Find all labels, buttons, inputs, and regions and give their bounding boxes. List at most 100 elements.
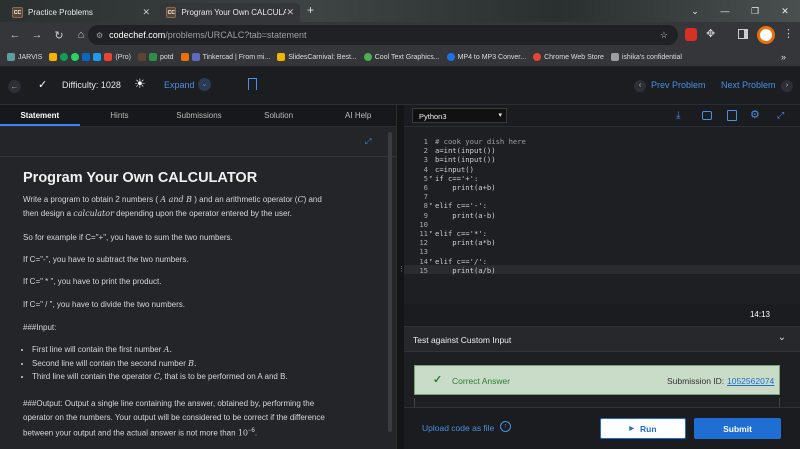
bookmark-cooltext[interactable]: Cool Text Graphics... [363, 53, 440, 61]
example-line: If C="-", you have to subtract the two n… [23, 255, 189, 264]
pane-splitter[interactable]: ⋮ [396, 105, 405, 449]
browser-tab-calculator[interactable]: CC Program Your Own CALCULATO ✕ [160, 3, 300, 22]
profile-avatar[interactable] [757, 26, 775, 44]
problem-tabs: Statement Hints Submissions Solution AI … [0, 105, 398, 127]
code-line: # cook your dish here [435, 137, 526, 146]
next-problem-link[interactable]: Next Problem [721, 80, 776, 90]
back-icon[interactable]: ← [4, 29, 26, 41]
tab-ai-help[interactable]: AI Help [318, 105, 398, 126]
editor-fullscreen-icon[interactable]: ⤢ [777, 110, 784, 121]
address-toolbar: ← → ↻ ⌂ ⚙ codechef.com /problems/URCALC?… [0, 22, 800, 48]
submission-id-label: Submission ID: [667, 376, 725, 386]
close-tab-icon[interactable]: ✕ [142, 7, 150, 18]
line-number: 12 [419, 238, 428, 248]
editor-toolbar: Python3 ▾ ⤓ ⚙ ⤢ [404, 105, 800, 127]
submit-button[interactable]: Submit [694, 418, 781, 439]
url-path: /problems/URCALC?tab=statement [165, 30, 307, 40]
bookmark-problem-icon[interactable] [248, 78, 257, 90]
bookmark-icon-row[interactable]: (Pro) [49, 53, 131, 61]
difficulty-label: Difficulty: 1028 [62, 80, 121, 90]
browser-tab-practice[interactable]: CC Practice Problems ✕ [6, 3, 156, 22]
list-item: First line will contain the first number… [32, 343, 288, 357]
custom-input-header[interactable]: Test against Custom Input ⌄ [404, 326, 800, 352]
bookmark-potd[interactable]: potd [137, 53, 174, 61]
settings-gear-icon[interactable]: ⚙ [750, 108, 760, 121]
bookmark-label: SlidesCarnival: Best... [288, 53, 357, 61]
problem-statement: ⤢ Program Your Own CALCULATOR Write a pr… [0, 127, 396, 449]
url-bar[interactable]: ⚙ codechef.com /problems/URCALC?tab=stat… [88, 25, 678, 45]
tab-submissions[interactable]: Submissions [159, 105, 239, 126]
chat-icon[interactable] [702, 111, 712, 120]
close-window-icon[interactable]: ✕ [770, 0, 800, 22]
chrome-menu-icon[interactable]: ⋮ [783, 27, 794, 40]
bookmark-jarvis[interactable]: JARVIS [7, 53, 42, 61]
bookmark-star-icon[interactable]: ☆ [660, 30, 668, 41]
line-number: 3 [423, 155, 428, 165]
prev-chevron-icon[interactable]: ‹ [634, 80, 646, 92]
bookmark-label: Chrome Web Store [544, 53, 604, 61]
theme-sun-icon[interactable]: ☀ [134, 76, 146, 92]
code-line: print(a+b) [435, 183, 496, 192]
forward-icon[interactable]: → [26, 29, 48, 41]
code-editor[interactable]: 1 # cook your dish here 2 a=int(input()) 3 b=… [404, 127, 800, 304]
save-icon[interactable] [727, 110, 737, 121]
fold-chevron-icon[interactable]: ▾ [429, 257, 433, 264]
restore-icon[interactable]: ❐ [740, 0, 770, 22]
language-select[interactable]: Python3 ▾ [412, 108, 507, 123]
problem-scrollbar[interactable] [388, 132, 392, 432]
bookmark-tinkercad[interactable]: Tinkercad | From mi... [180, 53, 270, 61]
problem-topbar: ← ✓ Difficulty: 1028 ☀ Expand ⌄ ‹ Prev P… [0, 67, 800, 105]
tab-hints[interactable]: Hints [80, 105, 160, 126]
upload-code-link[interactable]: Upload code as file [422, 423, 494, 433]
next-chevron-icon[interactable]: › [781, 80, 793, 92]
bookmark-chrome-web-store[interactable]: Chrome Web Store [533, 53, 604, 61]
result-details-area [414, 398, 780, 407]
submission-id-link[interactable]: 1052562074 [727, 376, 774, 386]
bookmark-label: Cool Text Graphics... [374, 53, 440, 61]
run-button[interactable]: ▶ Run [600, 418, 686, 439]
fullscreen-icon[interactable]: ⤢ [365, 137, 371, 147]
prev-problem-link[interactable]: Prev Problem [651, 80, 706, 90]
close-tab-icon[interactable]: ✕ [286, 7, 294, 18]
success-check-icon: ✓ [433, 374, 443, 386]
line-number: 13 [419, 247, 428, 257]
codechef-favicon-icon: CC [166, 7, 177, 18]
bookmark-label: potd [159, 53, 174, 61]
tab-search-icon[interactable]: ⌄ [680, 0, 710, 22]
fold-chevron-icon[interactable]: ▾ [429, 229, 433, 236]
bookmarks-overflow-icon[interactable]: » [781, 52, 786, 62]
problem-intro-1: Write a program to obtain 2 numbers ( A … [23, 195, 322, 204]
expand-chevron-icon[interactable]: ⌄ [198, 78, 211, 91]
chevron-down-icon[interactable]: ⌄ [778, 332, 786, 343]
line-number: 10 [419, 219, 428, 229]
reload-icon[interactable]: ↻ [48, 29, 70, 42]
new-tab-button[interactable]: + [307, 3, 314, 17]
code-line: print(a-b) [435, 210, 496, 220]
line-number: 11 [419, 229, 428, 238]
dropdown-chevron-icon: ▾ [498, 112, 502, 119]
side-panel-icon[interactable] [738, 29, 748, 39]
code-line: if c=='+': [435, 173, 479, 183]
collapse-left-icon[interactable]: ← [8, 80, 21, 93]
download-icon[interactable]: ⤓ [676, 110, 680, 121]
upload-icon[interactable]: ↑ [500, 421, 511, 432]
bookmark-mp4tomp3[interactable]: MP4 to MP3 Conver... [446, 53, 526, 61]
fold-chevron-icon[interactable]: ▾ [429, 174, 433, 181]
minimize-icon[interactable]: — [710, 0, 740, 22]
expand-button[interactable]: Expand [164, 80, 195, 90]
extensions-puzzle-icon[interactable]: ✥ [706, 27, 715, 40]
bookmark-slidescarnival[interactable]: SlidesCarnival: Best... [277, 53, 357, 61]
bookmark-ishika[interactable]: ishika's confidential [610, 53, 682, 61]
fold-chevron-icon[interactable]: ▾ [429, 201, 433, 208]
tab-solution[interactable]: Solution [239, 105, 319, 126]
input-list: First line will contain the first number… [32, 343, 288, 384]
output-line: between your output and the actual answe… [23, 428, 258, 438]
example-line: If C=" * ", you have to print the produc… [23, 277, 162, 286]
extension-shield-icon[interactable] [685, 28, 697, 41]
line-number: 1 [423, 137, 428, 146]
site-info-icon[interactable]: ⚙ [96, 31, 103, 40]
bookmark-label: JARVIS [18, 53, 43, 61]
tab-statement[interactable]: Statement [0, 105, 80, 126]
solved-check-icon: ✓ [38, 79, 48, 91]
output-line: ###Output: Output a single line containi… [23, 399, 315, 408]
